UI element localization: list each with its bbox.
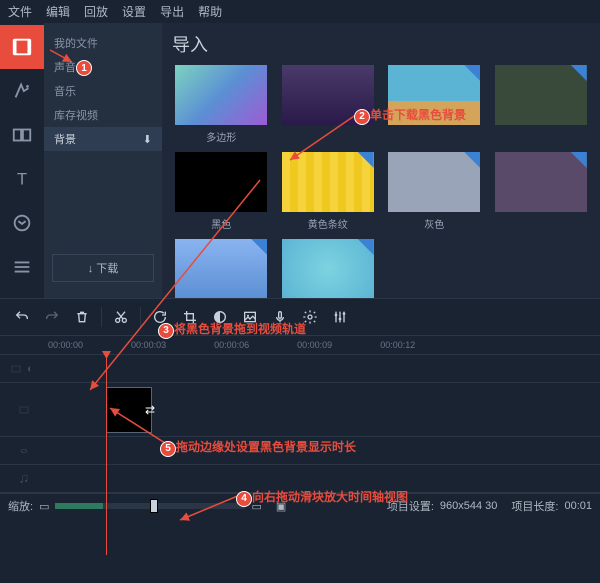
thumb-unknown2[interactable] (492, 152, 591, 231)
download-badge-icon (571, 65, 587, 81)
thumb-beach[interactable] (385, 65, 484, 144)
titles-tool[interactable]: T (0, 157, 44, 201)
project-settings-label: 项目设置: (387, 498, 434, 514)
category-panel: 我的文件 声音 音乐 库存视频 背景⬇ ↓ 下载 (44, 23, 162, 298)
tracks-area: ⇄ (0, 355, 600, 493)
cut-button[interactable] (107, 303, 135, 331)
svg-text:T: T (17, 171, 27, 189)
fit-icon[interactable]: ▣ (276, 500, 286, 513)
project-length-label: 项目长度: (511, 498, 558, 514)
menu-file[interactable]: 文件 (8, 3, 32, 20)
filters-tool[interactable] (0, 69, 44, 113)
resize-handle-icon[interactable]: ⇄ (145, 403, 155, 417)
settings-button[interactable] (296, 303, 324, 331)
cat-stock[interactable]: 库存视频 (44, 103, 162, 127)
download-badge-icon (251, 239, 267, 255)
menu-playback[interactable]: 回放 (84, 3, 108, 20)
download-badge-icon (571, 152, 587, 168)
stickers-tool[interactable] (0, 201, 44, 245)
thumb-yellowstripe[interactable]: 黄色条纹 (279, 152, 378, 231)
thumb-blue[interactable] (172, 239, 271, 298)
project-resolution: 960x544 30 (440, 500, 498, 512)
link-track[interactable] (0, 437, 600, 465)
thumb-chalk[interactable] (492, 65, 591, 144)
download-badge-icon (464, 65, 480, 81)
project-duration: 00:01 (564, 500, 592, 512)
cat-myfiles[interactable]: 我的文件 (44, 31, 162, 55)
download-button[interactable]: ↓ 下载 (52, 254, 154, 282)
menubar: 文件 编辑 回放 设置 导出 帮助 (0, 0, 600, 23)
content-panel: 导入 多边形 黑色 黄色条纹 灰色 (162, 23, 600, 298)
more-tool[interactable] (0, 245, 44, 289)
download-icon: ⬇ (143, 133, 152, 146)
thumb-black[interactable]: 黑色 (172, 152, 271, 231)
zoom-out-icon[interactable]: ▭ (39, 500, 49, 513)
video-track[interactable]: ⇄ (0, 383, 600, 437)
timeline-toolbar (0, 298, 600, 336)
media-tool[interactable] (0, 25, 44, 69)
menu-settings[interactable]: 设置 (122, 3, 146, 20)
thumb-unknown1[interactable] (279, 65, 378, 144)
zoom-thumb[interactable] (150, 499, 158, 513)
rotate-button[interactable] (146, 303, 174, 331)
menu-help[interactable]: 帮助 (198, 3, 222, 20)
zoom-in-icon[interactable]: ▭ (251, 500, 261, 513)
timeline: 00:00:00 00:00:03 00:00:06 00:00:09 00:0… (0, 336, 600, 493)
left-toolbar: T (0, 23, 44, 298)
undo-button[interactable] (8, 303, 36, 331)
content-title: 导入 (172, 31, 590, 57)
timeline-ruler[interactable]: 00:00:00 00:00:03 00:00:06 00:00:09 00:0… (0, 336, 600, 355)
cat-background[interactable]: 背景⬇ (44, 127, 162, 151)
menu-export[interactable]: 导出 (160, 3, 184, 20)
download-badge-icon (464, 152, 480, 168)
thumb-sunburst[interactable] (279, 239, 378, 298)
video-clip[interactable]: ⇄ (106, 387, 152, 433)
playhead[interactable] (106, 355, 107, 555)
mic-button[interactable] (266, 303, 294, 331)
menu-edit[interactable]: 编辑 (46, 3, 70, 20)
delete-button[interactable] (68, 303, 96, 331)
zoom-label: 缩放: (8, 498, 33, 514)
thumb-polygon[interactable]: 多边形 (172, 65, 271, 144)
download-badge-icon (358, 152, 374, 168)
download-badge-icon (358, 239, 374, 255)
cat-music[interactable]: 音乐 (44, 79, 162, 103)
crop-button[interactable] (176, 303, 204, 331)
cat-audio[interactable]: 声音 (44, 55, 162, 79)
redo-button[interactable] (38, 303, 66, 331)
color-button[interactable] (206, 303, 234, 331)
zoom-slider[interactable] (55, 503, 245, 509)
adjust-button[interactable] (326, 303, 354, 331)
bottom-bar: 缩放: ▭ ▭ ▣ 项目设置: 960x544 30 项目长度: 00:01 (0, 493, 600, 518)
overlay-track[interactable] (0, 355, 600, 383)
image-button[interactable] (236, 303, 264, 331)
transitions-tool[interactable] (0, 113, 44, 157)
thumb-gray[interactable]: 灰色 (385, 152, 484, 231)
audio-track[interactable] (0, 465, 600, 493)
